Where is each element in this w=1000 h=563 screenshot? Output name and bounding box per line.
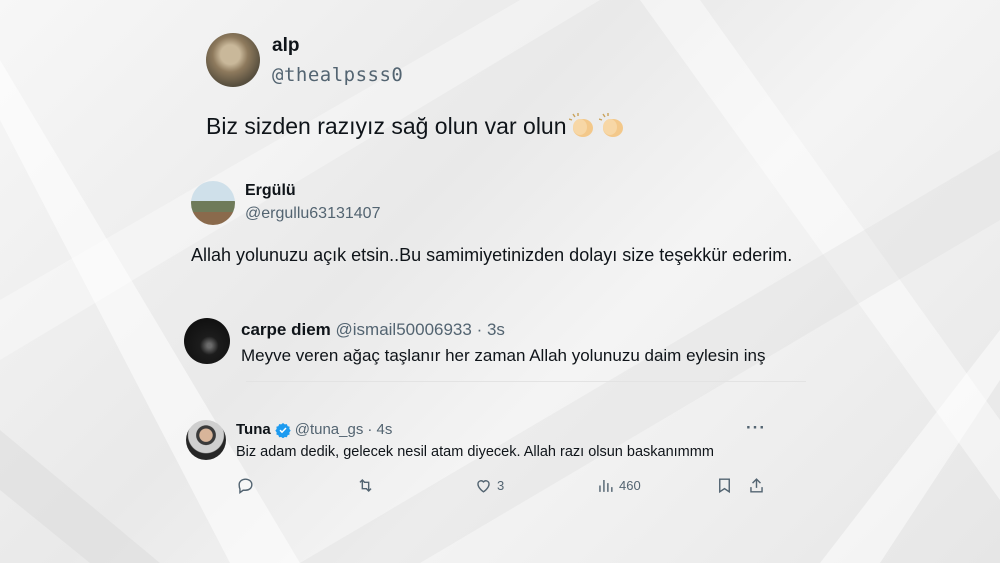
- timestamp[interactable]: · 3s: [477, 320, 505, 339]
- like-button[interactable]: 3: [474, 476, 504, 495]
- clapping-hands-icon: [568, 113, 593, 137]
- more-options-button[interactable]: ···: [746, 418, 766, 438]
- verified-badge-icon: [275, 422, 291, 438]
- reply-button[interactable]: [236, 476, 255, 495]
- tweet-text: Allah yolunuzu açık etsin..Bu samimiyeti…: [191, 245, 793, 265]
- author-handle[interactable]: @tuna_gs: [295, 421, 364, 438]
- divider: [246, 381, 806, 382]
- avatar[interactable]: [206, 33, 260, 87]
- avatar[interactable]: [184, 318, 230, 364]
- heart-icon: [477, 480, 490, 493]
- tweet-text: Biz sizden razıyız sağ olun var olun: [206, 112, 627, 140]
- author-name[interactable]: Ergülü: [245, 182, 296, 200]
- bookmark-icon: [719, 478, 730, 494]
- view-count: 460: [619, 478, 641, 493]
- author-handle[interactable]: @thealpsss0: [272, 64, 403, 86]
- retweet-button[interactable]: [356, 476, 375, 495]
- author-handle[interactable]: @ismail50006933: [336, 320, 472, 339]
- avatar[interactable]: [186, 420, 226, 460]
- author-name[interactable]: carpe diem: [241, 320, 331, 339]
- like-count: 3: [497, 478, 505, 493]
- views-icon: [599, 479, 613, 492]
- bookmark-button[interactable]: [715, 476, 734, 495]
- tweet-text-content: Biz sizden razıyız sağ olun var olun: [206, 112, 567, 139]
- share-icon: [750, 478, 763, 493]
- timestamp[interactable]: · 4s: [367, 421, 392, 438]
- author-name[interactable]: alp: [272, 35, 299, 57]
- share-button[interactable]: [747, 476, 766, 495]
- avatar[interactable]: [191, 181, 235, 225]
- tweet-header: carpe diem @ismail50006933 · 3s: [241, 320, 505, 340]
- views-button[interactable]: 460: [596, 476, 641, 495]
- tweet-text: Biz adam dedik, gelecek nesil atam diyec…: [236, 444, 714, 460]
- tweet-text: Meyve veren ağaç taşlanır her zaman Alla…: [241, 346, 766, 365]
- tweet-header: Tuna @tuna_gs · 4s: [236, 421, 392, 438]
- author-name[interactable]: Tuna: [236, 421, 271, 438]
- retweet-icon: [359, 478, 372, 493]
- clapping-hands-icon: [598, 113, 623, 137]
- author-handle[interactable]: @ergullu63131407: [245, 205, 380, 223]
- reply-icon: [238, 478, 253, 495]
